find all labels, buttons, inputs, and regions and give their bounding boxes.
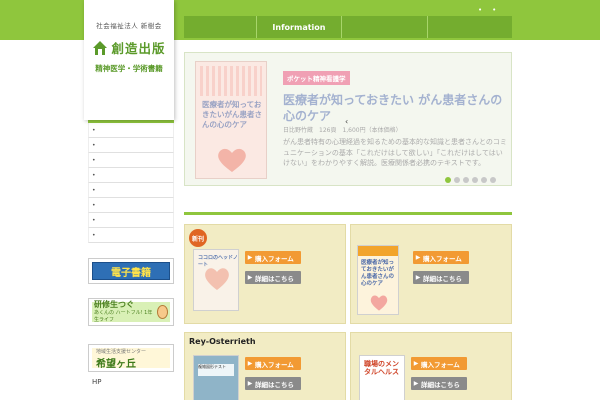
- cover-title: 医療者が知っておきたいがん患者さんの心のケア: [361, 260, 395, 287]
- logo-brand: 創造出版: [111, 41, 166, 56]
- ebook-banner[interactable]: 電子書籍: [88, 258, 174, 284]
- arrow-right-icon: ▶: [247, 360, 253, 367]
- purchase-form-button[interactable]: ▶ 購入フォーム: [245, 357, 301, 370]
- book-cover[interactable]: 複雑図形テスト: [193, 355, 239, 400]
- sidebar-item[interactable]: •: [88, 168, 174, 183]
- slide-badge: ポケット精神看護学: [283, 71, 350, 85]
- sidebar-item[interactable]: •: [88, 228, 174, 243]
- details-button[interactable]: ▶ 詳細はこちら: [245, 377, 301, 390]
- support-center-banner[interactable]: 地域生活支援センター 希望ヶ丘: [88, 344, 174, 372]
- trainee-banner-sub: あくんの ハートフル! 1年生ライフ: [94, 310, 153, 323]
- pager-dot[interactable]: [463, 177, 469, 183]
- slide-book-cover[interactable]: 医療者が知っておきたいがん患者さんの心のケア: [195, 61, 267, 179]
- slider-prev-icon[interactable]: ‹: [345, 117, 348, 126]
- details-label: 詳細はこちら: [423, 274, 462, 283]
- top-dot[interactable]: •: [478, 6, 492, 14]
- logo-tagline: 精神医学・学術書籍: [95, 64, 163, 73]
- arrow-right-icon: ▶: [247, 254, 253, 261]
- main-nav: Information: [184, 16, 513, 38]
- trainee-banner[interactable]: 研修生つぐ あくんの ハートフル! 1年生ライフ: [88, 298, 174, 326]
- arrow-right-icon: ▶: [413, 360, 419, 367]
- arrow-right-icon: ▶: [247, 274, 253, 281]
- section-divider: [184, 212, 512, 215]
- book-cover[interactable]: 医療者が知っておきたいがん患者さんの心のケア: [357, 245, 399, 315]
- cover-title: 複雑図形テスト: [198, 364, 234, 376]
- logo-mark-icon: [93, 40, 108, 55]
- character-face-icon: [156, 305, 168, 319]
- sidebar-item[interactable]: •: [88, 213, 174, 228]
- nav-item-information[interactable]: Information: [256, 16, 343, 38]
- book-card: 職場のメンタルヘルス ▶ 購入フォーム ▶ 詳細はこちら: [350, 332, 512, 400]
- arrow-right-icon: ▶: [415, 274, 421, 281]
- support-center-name: 希望ヶ丘: [96, 359, 136, 370]
- book-cover[interactable]: ココロのヘッドノート: [193, 249, 239, 311]
- purchase-form-button[interactable]: ▶ 購入フォーム: [413, 251, 469, 264]
- pager-dot[interactable]: [481, 177, 487, 183]
- purchase-form-button[interactable]: ▶ 購入フォーム: [411, 357, 467, 370]
- heart-icon: [218, 148, 246, 172]
- pager-dot[interactable]: [445, 177, 451, 183]
- trainee-banner-inner: 研修生つぐ あくんの ハートフル! 1年生ライフ: [92, 300, 170, 324]
- sidebar-item[interactable]: •: [88, 183, 174, 198]
- top-dot[interactable]: •: [492, 6, 506, 14]
- sidebar-hp-link[interactable]: HP: [92, 378, 102, 386]
- sidebar-item[interactable]: •: [88, 123, 174, 138]
- trainee-banner-title: 研修生つぐ: [94, 300, 134, 309]
- arrow-right-icon: ▶: [247, 380, 253, 387]
- sidebar-item[interactable]: •: [88, 138, 174, 153]
- details-button[interactable]: ▶ 詳細はこちら: [245, 271, 301, 284]
- trainee-banner-text: 研修生つぐ あくんの ハートフル! 1年生ライフ: [94, 300, 155, 324]
- purchase-form-button[interactable]: ▶ 購入フォーム: [245, 251, 301, 264]
- book-cover[interactable]: 職場のメンタルヘルス: [359, 355, 405, 400]
- purchase-form-label: 購入フォーム: [255, 254, 294, 263]
- sidebar-item[interactable]: •: [88, 153, 174, 168]
- new-badge: 新刊: [189, 229, 207, 247]
- purchase-form-label: 購入フォーム: [255, 360, 294, 369]
- logo-org: 社会福祉法人 新樹会: [96, 22, 162, 30]
- top-dots[interactable]: ••: [478, 6, 506, 14]
- pager-dot[interactable]: [454, 177, 460, 183]
- sidebar-menu: ■ • • • • • • • •: [88, 107, 174, 243]
- nav-item-blank-3[interactable]: [427, 16, 513, 38]
- details-label: 詳細はこちら: [421, 380, 460, 389]
- book-pattern: [200, 66, 262, 96]
- feature-slider[interactable]: 医療者が知っておきたいがん患者さんの心のケア ポケット精神看護学 医療者が知って…: [184, 52, 512, 186]
- cover-strip: [358, 246, 398, 256]
- details-label: 詳細はこちら: [255, 380, 294, 389]
- book-card: 新刊 ココロのヘッドノート ▶ 購入フォーム ▶ 詳細はこちら: [184, 224, 346, 324]
- support-center-sub: 地域生活支援センター: [96, 349, 147, 355]
- cover-title: 職場のメンタルヘルス: [364, 360, 399, 377]
- purchase-form-label: 購入フォーム: [421, 360, 460, 369]
- sidebar-item[interactable]: •: [88, 198, 174, 213]
- logo[interactable]: 社会福祉法人 新樹会 創造出版 精神医学・学術書籍: [84, 0, 174, 120]
- ebook-banner-label: 電子書籍: [92, 262, 170, 280]
- book-card-title[interactable]: Rey-Osterrieth: [189, 337, 256, 346]
- nav-item-blank-2[interactable]: [342, 16, 428, 38]
- heart-icon: [370, 295, 388, 311]
- details-button[interactable]: ▶ 詳細はこちら: [411, 377, 467, 390]
- slide-book-title: 医療者が知っておきたいがん患者さんの心のケア: [202, 100, 262, 129]
- arrow-right-icon: ▶: [413, 380, 419, 387]
- slide-description: がん患者特有の心理経過を知るための基本的な知識と患者さんとのコミュニケーションの…: [283, 138, 507, 167]
- heart-icon: [205, 268, 229, 290]
- support-center-inner: 地域生活支援センター 希望ヶ丘: [92, 348, 170, 370]
- pager-dot[interactable]: [472, 177, 478, 183]
- purchase-form-label: 購入フォーム: [423, 254, 462, 263]
- book-card: Rey-Osterrieth 複雑図形テスト ▶ 購入フォーム ▶ 詳細はこちら: [184, 332, 346, 400]
- pager-dot[interactable]: [490, 177, 496, 183]
- arrow-right-icon: ▶: [415, 254, 421, 261]
- slide-meta: 日比野竹蔵 126頁 1,600円（本体価格）: [283, 127, 402, 134]
- nav-item-blank-1[interactable]: [184, 16, 257, 38]
- slider-pager: [445, 177, 496, 183]
- logo-main: 創造出版: [84, 38, 174, 57]
- book-card: 医療者が知っておきたいがん患者さんの心のケア ▶ 購入フォーム ▶ 詳細はこちら: [350, 224, 512, 324]
- slide-title[interactable]: 医療者が知っておきたい がん患者さんの心のケア: [283, 93, 509, 124]
- details-button[interactable]: ▶ 詳細はこちら: [413, 271, 469, 284]
- details-label: 詳細はこちら: [255, 274, 294, 283]
